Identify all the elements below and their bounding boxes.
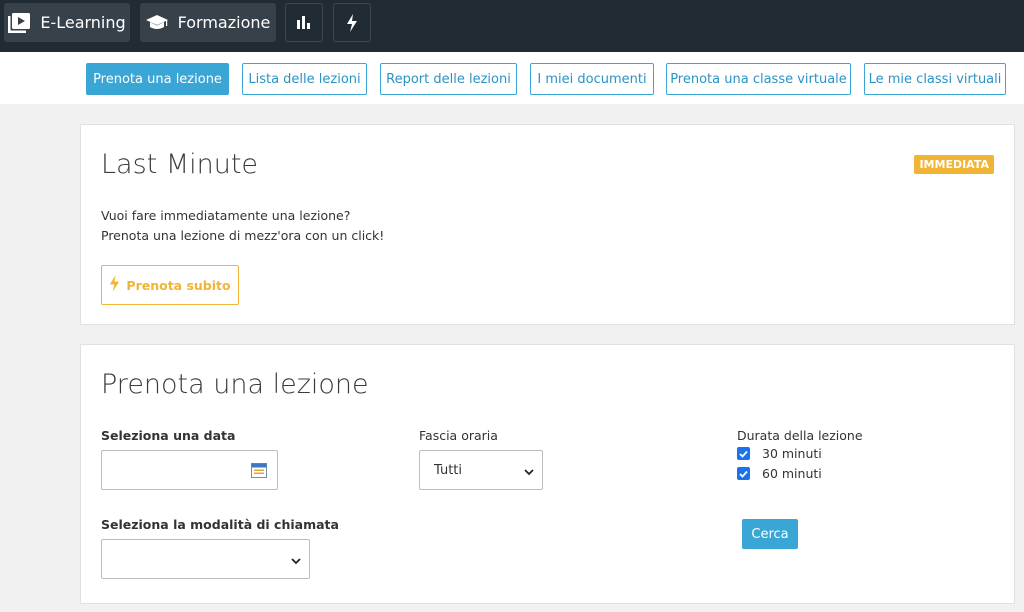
date-label: Seleziona una data	[101, 428, 236, 443]
booking-card: Prenota una lezione Seleziona una data F…	[80, 344, 1015, 604]
duration-60-checkbox[interactable]: 60 minuti	[737, 466, 822, 481]
lightning-icon	[109, 275, 126, 295]
tab-prenota-classe-virtuale[interactable]: Prenota una classe virtuale	[666, 63, 851, 95]
date-input[interactable]	[101, 450, 278, 490]
call-mode-label: Seleziona la modalità di chiamata	[101, 517, 339, 532]
chevron-down-icon	[524, 465, 534, 480]
booking-title: Prenota una lezione	[101, 369, 369, 400]
lightning-icon	[346, 13, 358, 32]
prenota-subito-label: Prenota subito	[126, 277, 231, 293]
checkbox-checked-icon[interactable]	[737, 447, 750, 460]
calendar-icon[interactable]	[251, 462, 267, 482]
top-navbar: E-Learning Formazione	[0, 0, 1024, 52]
chevron-down-icon	[291, 554, 301, 569]
call-mode-select[interactable]	[101, 539, 310, 579]
stats-button[interactable]	[285, 3, 323, 42]
duration-30-label: 30 minuti	[762, 446, 822, 461]
tab-prenota-lezione[interactable]: Prenota una lezione	[86, 63, 229, 95]
play-library-icon	[8, 12, 31, 33]
prenota-subito-button[interactable]: Prenota subito	[101, 265, 239, 305]
graduation-cap-icon	[145, 14, 168, 31]
formazione-button[interactable]: Formazione	[140, 3, 276, 42]
tab-lista-lezioni[interactable]: Lista delle lezioni	[242, 63, 367, 95]
last-minute-title: Last Minute	[101, 149, 259, 180]
search-button[interactable]: Cerca	[742, 519, 798, 549]
elearning-button[interactable]: E-Learning	[4, 3, 130, 42]
last-minute-text-1: Vuoi fare immediatamente una lezione?	[101, 208, 351, 223]
elearning-label: E-Learning	[40, 13, 126, 32]
last-minute-card: Last Minute IMMEDIATA Vuoi fare immediat…	[80, 124, 1015, 325]
checkbox-checked-icon[interactable]	[737, 467, 750, 480]
tab-miei-documenti[interactable]: I miei documenti	[530, 63, 654, 95]
last-minute-text-2: Prenota una lezione di mezz'ora con un c…	[101, 228, 385, 243]
tab-mie-classi-virtuali[interactable]: Le mie classi virtuali	[864, 63, 1006, 95]
flash-button[interactable]	[333, 3, 371, 42]
duration-60-label: 60 minuti	[762, 466, 822, 481]
timeslot-select[interactable]: Tutti	[419, 450, 543, 490]
tab-report-lezioni[interactable]: Report delle lezioni	[380, 63, 517, 95]
duration-label: Durata della lezione	[737, 428, 863, 443]
sub-navbar: Prenota una lezione Lista delle lezioni …	[0, 52, 1024, 104]
formazione-label: Formazione	[177, 13, 271, 32]
immediata-badge: IMMEDIATA	[914, 155, 994, 174]
bar-chart-icon	[296, 15, 312, 30]
duration-30-checkbox[interactable]: 30 minuti	[737, 446, 822, 461]
timeslot-value: Tutti	[434, 462, 463, 478]
timeslot-label: Fascia oraria	[419, 428, 498, 443]
